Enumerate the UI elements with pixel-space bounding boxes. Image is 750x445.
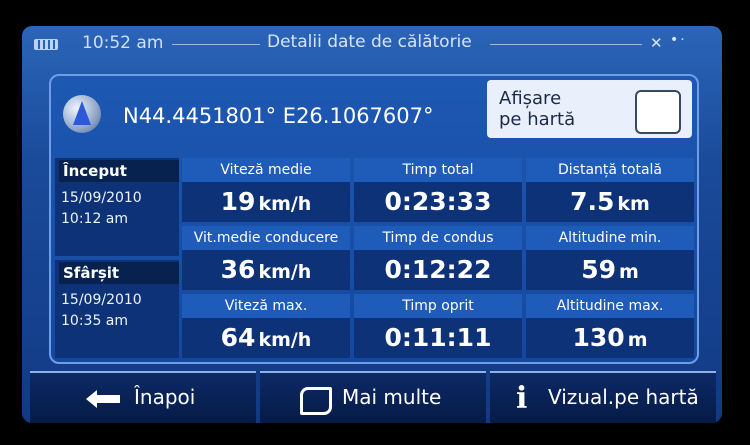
total-time-cell: Timp total 0:23:33 bbox=[354, 158, 522, 222]
end-label: Sfârșit bbox=[59, 262, 179, 284]
toggle-label-line1: Afișare bbox=[499, 88, 562, 109]
max-speed-value: 64 bbox=[220, 323, 256, 352]
min-altitude-label: Altitudine min. bbox=[526, 226, 694, 250]
driving-time-value: 0:12:22 bbox=[384, 255, 492, 284]
stopped-time-value: 0:11:11 bbox=[384, 323, 492, 352]
divider bbox=[172, 44, 260, 45]
avg-driving-speed-cell: Vit.medie conducere 36 km/h bbox=[182, 226, 350, 290]
info-icon: i bbox=[516, 381, 528, 416]
trip-start: Început 15/09/2010 10:12 am bbox=[55, 158, 179, 256]
max-altitude-label: Altitudine max. bbox=[526, 294, 694, 318]
start-label: Început bbox=[59, 160, 179, 182]
back-button[interactable]: Înapoi bbox=[30, 371, 256, 423]
start-time: 10:12 am bbox=[61, 211, 129, 227]
stopped-time-cell: Timp oprit 0:11:11 bbox=[354, 294, 522, 358]
toggle-label-line2: pe hartă bbox=[499, 109, 576, 130]
total-time-value: 0:23:33 bbox=[384, 187, 492, 216]
back-button-label: Înapoi bbox=[134, 385, 196, 409]
max-altitude-cell: Altitudine max. 130 m bbox=[526, 294, 694, 358]
view-on-map-button-label: Vizual.pe hartă bbox=[548, 385, 699, 409]
status-bar: 10:52 am Detalii date de călătorie ✕ •· bbox=[22, 26, 722, 60]
avg-speed-label: Viteză medie bbox=[182, 158, 350, 182]
max-altitude-value: 130 bbox=[572, 323, 625, 352]
page-title: Detalii date de călătorie bbox=[267, 32, 472, 52]
avg-speed-cell: Viteză medie 19 km/h bbox=[182, 158, 350, 222]
end-date: 15/09/2010 bbox=[61, 292, 142, 308]
signal-dots-icon: •· bbox=[670, 32, 687, 48]
coordinates: N44.4451801° E26.1067607° bbox=[123, 104, 434, 128]
screen: 10:52 am Detalii date de călătorie ✕ •· … bbox=[22, 26, 722, 423]
start-date: 15/09/2010 bbox=[61, 190, 142, 206]
driving-time-cell: Timp de condus 0:12:22 bbox=[354, 226, 522, 290]
min-altitude-unit: m bbox=[618, 261, 639, 283]
total-distance-unit: km bbox=[617, 193, 650, 215]
total-distance-value: 7.5 bbox=[570, 187, 615, 216]
driving-time-label: Timp de condus bbox=[354, 226, 522, 250]
stopped-time-label: Timp oprit bbox=[354, 294, 522, 318]
avg-driving-speed-unit: km/h bbox=[258, 261, 312, 283]
show-on-map-toggle[interactable]: Afișare pe hartă bbox=[487, 80, 692, 138]
avg-speed-unit: km/h bbox=[258, 193, 312, 215]
end-time: 10:35 am bbox=[61, 313, 129, 329]
clock: 10:52 am bbox=[82, 33, 164, 53]
more-button[interactable]: Mai multe bbox=[260, 371, 486, 423]
show-on-map-checkbox[interactable] bbox=[635, 90, 681, 134]
avg-driving-speed-label: Vit.medie conducere bbox=[182, 226, 350, 250]
divider bbox=[490, 44, 642, 45]
gps-arrow-icon bbox=[63, 95, 101, 133]
more-button-label: Mai multe bbox=[342, 385, 442, 409]
avg-driving-speed-value: 36 bbox=[220, 255, 256, 284]
max-speed-unit: km/h bbox=[258, 329, 312, 351]
avg-speed-value: 19 bbox=[220, 187, 256, 216]
trip-details-panel: N44.4451801° E26.1067607° Afișare pe har… bbox=[49, 74, 699, 364]
arrow-left-icon bbox=[86, 390, 120, 408]
total-time-label: Timp total bbox=[354, 158, 522, 182]
battery-icon bbox=[34, 39, 58, 50]
view-on-map-button[interactable]: i Vizual.pe hartă bbox=[490, 371, 716, 423]
min-altitude-cell: Altitudine min. 59 m bbox=[526, 226, 694, 290]
trip-end: Sfârșit 15/09/2010 10:35 am bbox=[55, 260, 179, 358]
max-altitude-unit: m bbox=[627, 329, 648, 351]
total-distance-label: Distanță totală bbox=[526, 158, 694, 182]
total-distance-cell: Distanță totală 7.5 km bbox=[526, 158, 694, 222]
min-altitude-value: 59 bbox=[581, 255, 616, 284]
max-speed-cell: Viteză max. 64 km/h bbox=[182, 294, 350, 358]
max-speed-label: Viteză max. bbox=[182, 294, 350, 318]
more-icon bbox=[300, 387, 332, 415]
satellite-icon: ✕ bbox=[650, 34, 663, 52]
